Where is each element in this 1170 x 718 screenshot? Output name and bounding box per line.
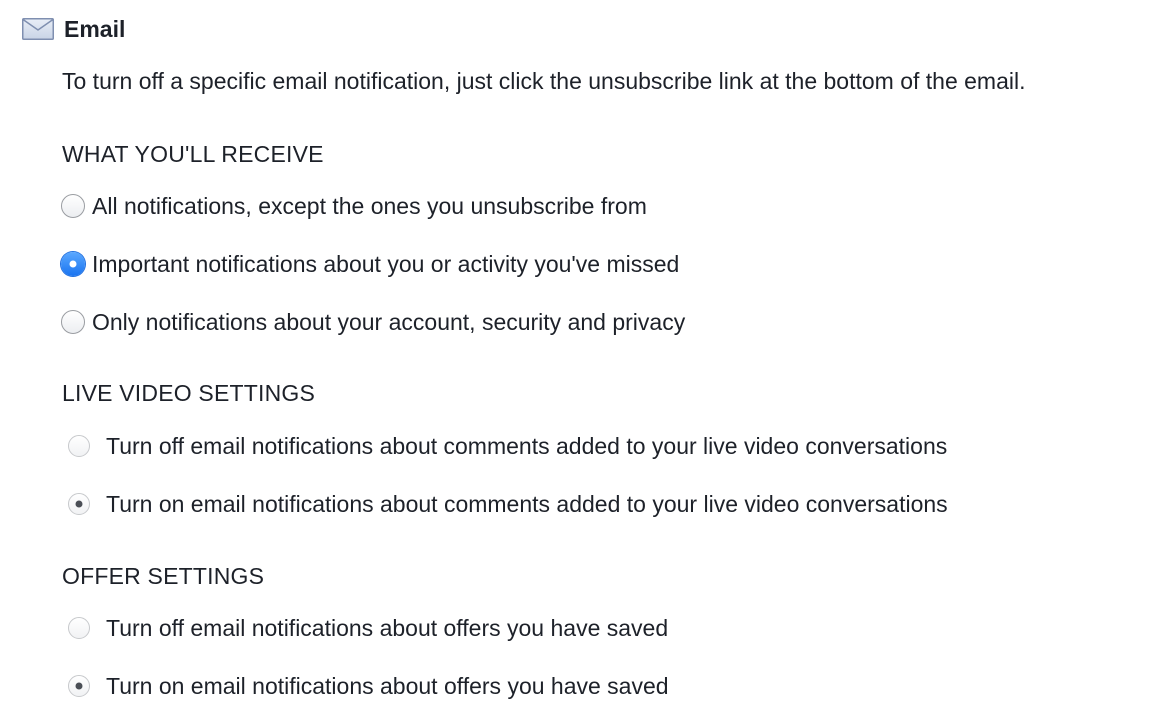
option-label: Turn off email notifications about offer… (106, 615, 669, 641)
option-label: Only notifications about your account, s… (92, 309, 686, 335)
option-live-video-on[interactable]: Turn on email notifications about commen… (68, 489, 948, 519)
radio-offers-off[interactable] (68, 617, 90, 639)
option-all-notifications[interactable]: All notifications, except the ones you u… (61, 191, 647, 221)
radio-all-notifications[interactable] (61, 194, 85, 218)
heading-live-video-settings: LIVE VIDEO SETTINGS (62, 380, 316, 406)
option-important-notifications[interactable]: Important notifications about you or act… (61, 249, 679, 279)
radio-account-security-only[interactable] (61, 310, 85, 334)
option-offers-off[interactable]: Turn off email notifications about offer… (68, 613, 668, 643)
heading-offer-settings: OFFER SETTINGS (62, 563, 265, 589)
option-account-security-only[interactable]: Only notifications about your account, s… (61, 307, 685, 337)
mail-icon (22, 18, 54, 40)
option-label: All notifications, except the ones you u… (92, 193, 647, 219)
email-section-header: Email (22, 14, 125, 44)
section-title: Email (64, 16, 126, 42)
radio-offers-on[interactable] (68, 675, 90, 697)
radio-important-notifications[interactable] (61, 252, 85, 276)
option-label: Turn on email notifications about offers… (106, 673, 669, 699)
intro-text: To turn off a specific email notificatio… (62, 68, 1026, 94)
option-offers-on[interactable]: Turn on email notifications about offers… (68, 671, 669, 701)
option-live-video-off[interactable]: Turn off email notifications about comme… (68, 431, 947, 461)
radio-live-video-on[interactable] (68, 493, 90, 515)
radio-live-video-off[interactable] (68, 435, 90, 457)
heading-what-youll-receive: WHAT YOU'LL RECEIVE (62, 141, 324, 167)
option-label: Turn on email notifications about commen… (106, 491, 948, 517)
option-label: Important notifications about you or act… (92, 251, 680, 277)
option-label: Turn off email notifications about comme… (106, 433, 948, 459)
